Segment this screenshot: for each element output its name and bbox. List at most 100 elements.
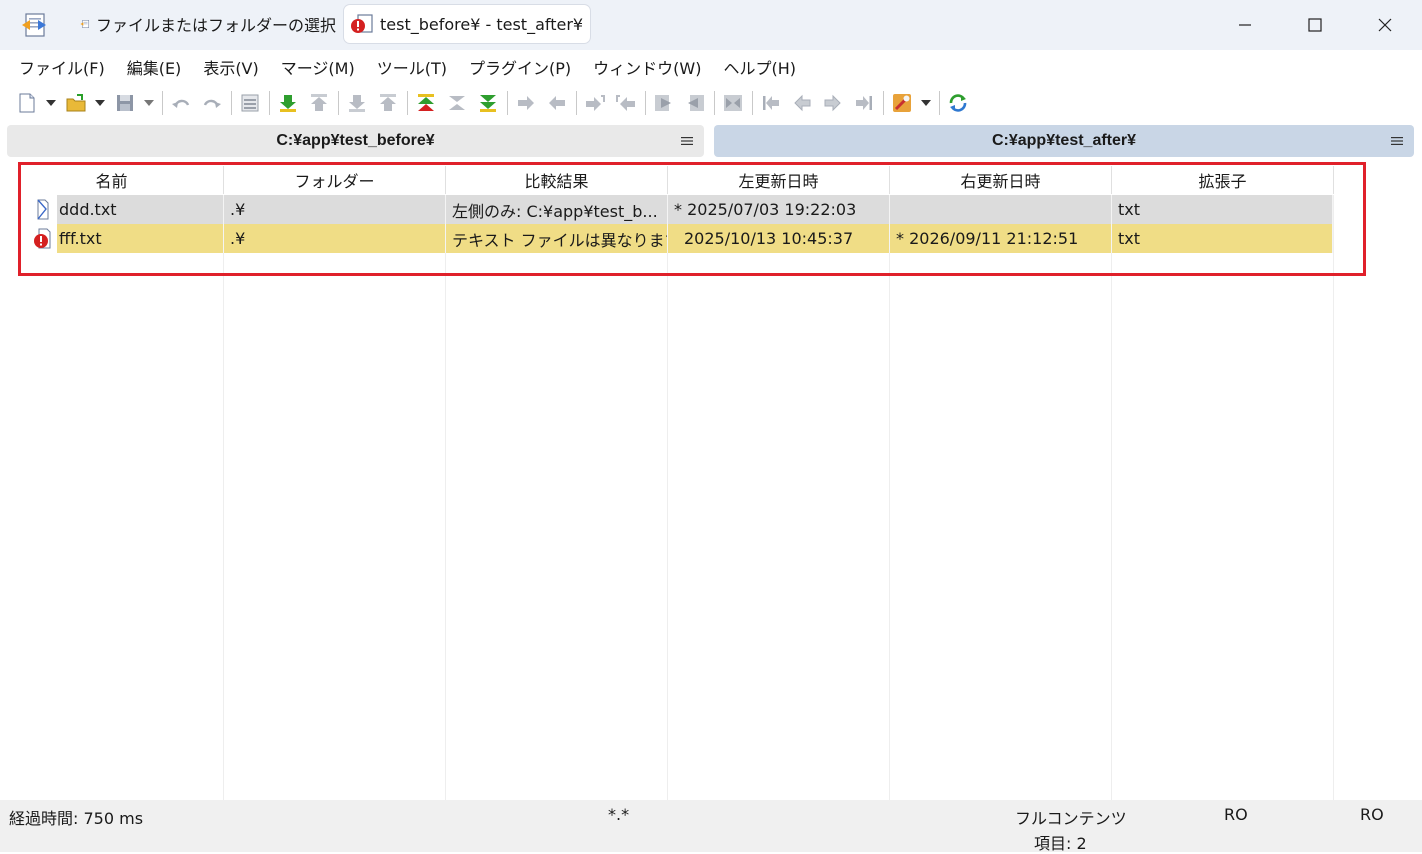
caret-down-icon [95,100,105,106]
copy-right-advance-button[interactable] [582,90,608,116]
undo-icon [172,99,190,108]
status-filter[interactable]: *.* [608,805,629,824]
column-divider [1111,195,1112,800]
compare-results-list[interactable]: 名前 フォルダー 比較結果 左更新日時 右更新日時 拡張子 ddd.txt .¥… [0,160,1422,800]
caret-down-icon [46,100,56,106]
all-right-button[interactable] [651,90,677,116]
menu-view[interactable]: 表示(V) [192,55,269,79]
toolbar-separator [338,91,339,115]
menu-plugins[interactable]: プラグイン(P) [458,55,582,79]
save-button[interactable] [112,90,138,116]
title-bar: ファイルまたはフォルダーの選択 test_before¥ - test_afte… [0,0,1422,50]
tab-compare-active[interactable]: test_before¥ - test_after¥ [344,5,590,43]
cell-result: テキスト ファイルは異なります [446,224,668,253]
last-diff-button[interactable] [475,90,501,116]
minimize-button[interactable] [1210,0,1280,50]
cell-name: ddd.txt [57,195,224,224]
compare-diff-icon [351,14,373,33]
redo-button[interactable] [199,90,225,116]
maximize-button[interactable] [1280,0,1350,50]
first-diff-button[interactable] [413,90,439,116]
column-header-folder[interactable]: フォルダー [224,166,446,194]
all-right-icon [655,95,671,111]
toolbar-separator [645,91,646,115]
menu-file[interactable]: ファイル(F) [8,55,116,79]
list-filter-icon [241,94,259,112]
new-button[interactable] [14,90,40,116]
undo-button[interactable] [168,90,194,116]
column-divider [445,195,446,800]
current-diff-button[interactable] [444,90,470,116]
tab-select-files-label: ファイルまたはフォルダーの選択 [95,16,336,35]
refresh-button[interactable] [945,90,971,116]
goto-right-button[interactable] [820,90,846,116]
goto-left-button[interactable] [789,90,815,116]
filter-button[interactable] [237,90,263,116]
save-disk-icon [117,95,133,111]
next-diff-button[interactable] [275,90,301,116]
toolbar-separator [883,91,884,115]
maximize-icon [1308,18,1322,32]
app-icon[interactable] [20,12,48,38]
goto-left-start-button[interactable] [758,90,784,116]
left-path-label: C:¥app¥test_before¥ [276,132,435,149]
menu-merge[interactable]: マージ(M) [270,55,366,79]
double-arrow-down-icon [480,95,496,112]
copy-left-button[interactable] [544,90,570,116]
prev-diff-button[interactable] [306,90,332,116]
open-dropdown-button[interactable] [94,90,106,116]
open-button[interactable] [63,90,89,116]
close-button[interactable] [1350,0,1420,50]
prev-conflict-button[interactable] [375,90,401,116]
swap-button[interactable] [720,90,746,116]
column-header-name[interactable]: 名前 [0,166,224,194]
arrow-down-green-icon [280,95,296,112]
left-path-header[interactable]: C:¥app¥test_before¥ [7,125,704,157]
status-right-readonly[interactable]: RO [1360,805,1384,824]
save-dropdown-button[interactable] [143,90,155,116]
right-path-header[interactable]: C:¥app¥test_after¥ [714,125,1414,157]
column-header-left-date[interactable]: 左更新日時 [668,166,890,194]
column-header-right-date[interactable]: 右更新日時 [890,166,1112,194]
hamburger-icon [681,137,693,145]
next-conflict-button[interactable] [344,90,370,116]
all-left-button[interactable] [682,90,708,116]
column-header-extension[interactable]: 拡張子 [1112,166,1334,194]
arrow-right-icon [518,96,534,110]
redo-icon [203,99,221,108]
status-compare-method[interactable]: フルコンテンツ [1015,805,1127,829]
status-left-readonly[interactable]: RO [1224,805,1248,824]
swap-icon [724,95,742,111]
options-button[interactable] [889,90,915,116]
arrow-left-outline-icon [794,94,811,112]
menu-tools[interactable]: ツール(T) [366,55,458,79]
minimize-icon [1239,24,1251,26]
double-arrow-gray-icon [449,96,465,110]
tools-icon [893,94,911,112]
toolbar-separator [939,91,940,115]
all-left-icon [688,95,704,111]
menu-window[interactable]: ウィンドウ(W) [582,55,712,79]
goto-right-end-button[interactable] [851,90,877,116]
cell-name: fff.txt [57,224,224,253]
hamburger-icon [1391,137,1403,145]
cell-folder: .¥ [224,195,446,224]
menu-help[interactable]: ヘルプ(H) [712,55,807,79]
toolbar-separator [576,91,577,115]
column-divider [223,195,224,800]
copy-right-button[interactable] [513,90,539,116]
left-path-menu-button[interactable] [680,131,694,151]
new-dropdown-button[interactable] [45,90,57,116]
toolbar-separator [231,91,232,115]
bar-arrow-left-icon [763,96,779,110]
menu-edit[interactable]: 編集(E) [116,55,193,79]
options-dropdown-button[interactable] [920,90,932,116]
tab-select-files[interactable]: ファイルまたはフォルダーの選択 [74,5,336,43]
toolbar-separator [752,91,753,115]
column-header-result[interactable]: 比較結果 [446,166,668,194]
right-path-menu-button[interactable] [1390,131,1404,151]
cell-extension: txt [1112,224,1333,253]
column-divider [667,195,668,800]
copy-left-advance-button[interactable] [613,90,639,116]
toolbar-separator [269,91,270,115]
